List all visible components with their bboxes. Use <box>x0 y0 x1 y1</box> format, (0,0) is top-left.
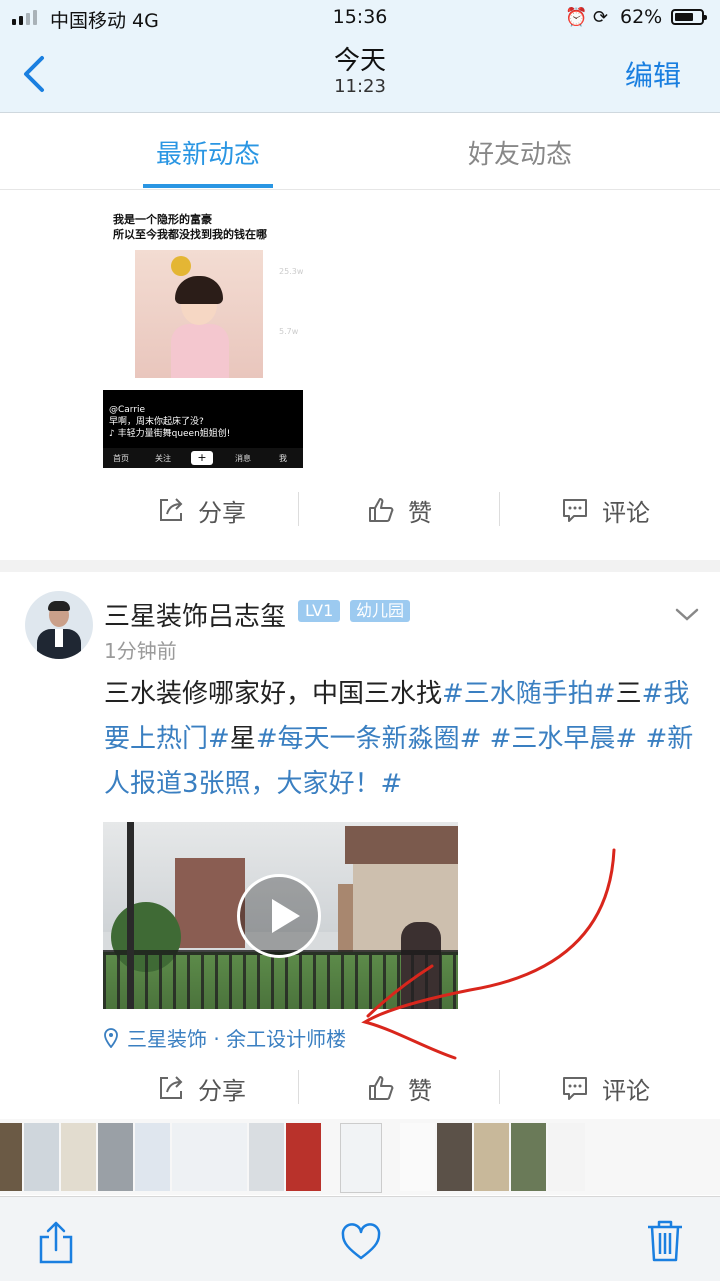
comment-button[interactable]: 评论 <box>560 1070 650 1106</box>
like-icon <box>369 498 394 522</box>
comment-button[interactable]: 评论 <box>560 492 650 528</box>
image-user-line2: 早啊，周末你起床了没? <box>109 417 204 427</box>
image-tabbar: 首页 关注 + 消息 我 <box>103 448 303 468</box>
thumbnail[interactable] <box>548 1123 585 1191</box>
thumbnail[interactable] <box>511 1123 546 1191</box>
edit-button[interactable]: 编辑 <box>625 54 681 94</box>
image-tab-home: 首页 <box>113 454 129 463</box>
image-tab-me: 我 <box>279 454 287 463</box>
share-icon <box>160 498 183 521</box>
rank-badge: 幼儿园 <box>350 600 411 622</box>
share-button[interactable]: 分享 <box>156 492 246 528</box>
thumbnail[interactable] <box>474 1123 509 1191</box>
post-time: 1分钟前 <box>104 639 177 663</box>
image-side-count2: 5.7w <box>279 327 299 336</box>
like-label: 赞 <box>408 1076 432 1105</box>
like-button[interactable]: 赞 <box>366 1070 432 1106</box>
thumbnail[interactable] <box>135 1123 170 1191</box>
thumbnail[interactable] <box>286 1123 321 1191</box>
play-icon[interactable] <box>237 874 321 958</box>
thumbnail[interactable] <box>24 1123 59 1191</box>
post2-actions: 分享 赞 评论 <box>0 1060 720 1116</box>
avatar[interactable] <box>25 591 93 659</box>
tab-latest[interactable]: 最新动态 <box>143 134 273 171</box>
share-label: 分享 <box>198 498 246 527</box>
image-tab-msg: 消息 <box>235 454 251 463</box>
baby-photo <box>135 250 263 378</box>
post-text-segment: 三水装修哪家好，中国三水找 <box>104 679 443 709</box>
battery-icon <box>671 9 707 25</box>
tab-friends[interactable]: 好友动态 <box>455 134 585 171</box>
share-icon <box>160 1076 183 1099</box>
image-user-handle: @Carrie <box>109 405 146 415</box>
thumbnail[interactable] <box>400 1123 435 1191</box>
post-video[interactable] <box>103 822 458 1009</box>
like-icon <box>369 1076 394 1100</box>
image-caption-line1: 我是一个隐形的富豪 <box>113 213 212 226</box>
post-username[interactable]: 三星装饰吕志玺 <box>104 596 286 633</box>
image-side-icons: 25.3w 5.7w <box>279 264 303 340</box>
image-user-line3: ♪ 丰轻力量街舞queen姐姐创! <box>109 429 231 439</box>
image-tab-follow: 关注 <box>155 454 171 463</box>
battery-percent: 62% <box>620 6 663 28</box>
comment-icon <box>563 499 587 522</box>
level-badge: LV1 <box>298 600 341 622</box>
post-divider <box>0 560 720 572</box>
photo-filmstrip[interactable] <box>0 1119 720 1195</box>
hashtag[interactable]: #三水随手拍# <box>442 679 616 709</box>
trash-icon <box>648 1220 682 1262</box>
location-label: 三星装饰 · 余工设计师楼 <box>127 1027 347 1051</box>
chevron-down-icon <box>675 608 699 621</box>
thumbnail[interactable] <box>0 1123 22 1191</box>
image-caption: 我是一个隐形的富豪 所以至今我都没找到我的钱在哪 <box>113 212 267 242</box>
comment-label: 评论 <box>602 1076 650 1105</box>
share-photo-button[interactable] <box>36 1220 76 1264</box>
thumbnail[interactable] <box>249 1123 284 1191</box>
orientation-lock-icon: ⟳ <box>593 7 609 28</box>
status-bar: 中国移动 4G 15:36 ⏰ ⟳ 62% <box>0 0 720 36</box>
thumbnail[interactable] <box>437 1123 472 1191</box>
post1-actions: 分享 赞 评论 <box>0 482 720 538</box>
image-tab-plus: + <box>191 451 213 465</box>
share-button[interactable]: 分享 <box>156 1070 246 1106</box>
location-pin-icon <box>104 1027 118 1048</box>
thumbnail[interactable] <box>172 1123 247 1191</box>
thumbnail[interactable] <box>61 1123 96 1191</box>
image-user-text: @Carrie 早啊，周末你起床了没? ♪ 丰轻力量街舞queen姐姐创! <box>109 404 230 440</box>
share-label: 分享 <box>198 1076 246 1105</box>
like-button[interactable]: 赞 <box>366 492 432 528</box>
post-image[interactable]: 我是一个隐形的富豪 所以至今我都没找到我的钱在哪 25.3w 5.7w @Car… <box>103 190 303 468</box>
tab-active-indicator <box>143 184 273 188</box>
favorite-button[interactable] <box>340 1222 382 1262</box>
post-text-segment: 星 <box>229 724 256 754</box>
delete-button[interactable] <box>646 1219 684 1263</box>
thumbnail-selected[interactable] <box>340 1123 382 1193</box>
status-time: 15:36 <box>332 6 388 28</box>
image-side-count1: 25.3w <box>279 267 303 276</box>
tab-bar <box>0 113 720 190</box>
post-menu-button[interactable] <box>674 604 700 624</box>
comment-label: 评论 <box>602 498 650 527</box>
alarm-icon: ⏰ <box>565 7 588 28</box>
thumbnail[interactable] <box>98 1123 133 1191</box>
nav-subtitle: 11:23 <box>334 76 386 97</box>
share-icon <box>39 1221 73 1264</box>
heart-icon <box>341 1223 381 1260</box>
nav-title: 今天 <box>333 46 386 76</box>
image-caption-line2: 所以至今我都没找到我的钱在哪 <box>113 228 267 241</box>
comment-icon <box>563 1077 587 1100</box>
post-location[interactable]: 三星装饰 · 余工设计师楼 <box>103 1023 346 1052</box>
post-text-segment: 三 <box>615 679 642 709</box>
like-label: 赞 <box>408 498 432 527</box>
post-text: 三水装修哪家好，中国三水找#三水随手拍#三#我要上热门#星#每天一条新淼圈# #… <box>104 672 704 807</box>
